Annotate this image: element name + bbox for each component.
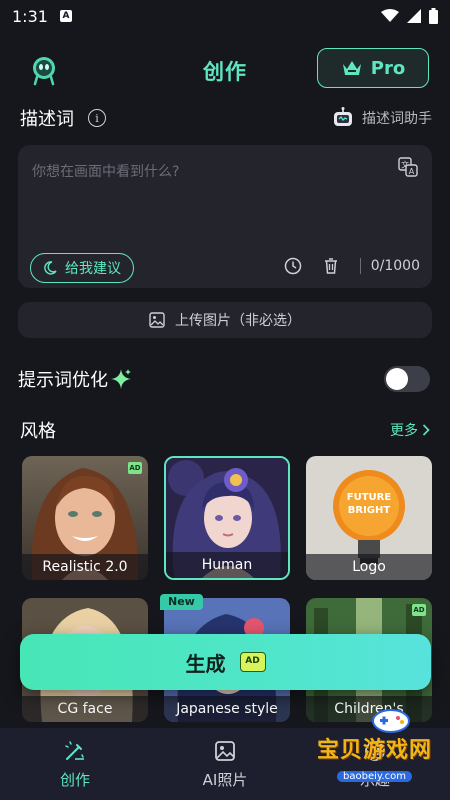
- char-count: 0/1000: [370, 258, 420, 274]
- battery-icon: [429, 8, 438, 24]
- site-watermark: 宝贝游戏网 baobeiy.com: [316, 709, 432, 783]
- status-time: 1:31: [12, 6, 48, 26]
- translate-icon[interactable]: 文 A: [398, 157, 418, 177]
- style-card-label: Japanese style: [164, 696, 290, 722]
- prompt-tools: 0/1000: [284, 257, 420, 275]
- nav-item-ai-photo[interactable]: AI照片: [150, 728, 300, 800]
- signal-icon: [407, 9, 421, 23]
- new-badge: New: [160, 594, 203, 610]
- more-label: 更多: [390, 423, 418, 439]
- info-icon[interactable]: i: [88, 109, 106, 127]
- prompt-optimize-label: 提示词优化: [18, 370, 108, 391]
- description-header: 描述词 i 描述词助手: [20, 104, 432, 132]
- notification-a-icon: A: [59, 10, 72, 22]
- generate-button[interactable]: 生成 AD: [20, 634, 431, 690]
- trash-icon[interactable]: [322, 257, 340, 275]
- toggle-knob: [386, 368, 408, 390]
- generate-label: 生成: [185, 651, 226, 676]
- generate-ad-badge: AD: [239, 652, 266, 672]
- logo-card-text: FUTURE: [347, 492, 392, 503]
- upload-image-button[interactable]: 上传图片（非必选）: [18, 302, 432, 338]
- robot-icon: [334, 107, 352, 126]
- top-bar: 创作 Pro: [0, 44, 450, 94]
- pro-label: Pro: [370, 57, 406, 79]
- nav-item-create[interactable]: 创作: [0, 728, 150, 800]
- assistant-label: 描述词助手: [362, 111, 432, 127]
- prompt-placeholder: 你想在画面中看到什么?: [32, 164, 180, 180]
- more-styles-link[interactable]: 更多: [390, 420, 430, 440]
- ad-badge: AD: [412, 604, 426, 616]
- style-card-label: Logo: [306, 554, 432, 580]
- style-card-label: Human: [166, 552, 288, 578]
- style-section-header: 风格 更多: [20, 416, 430, 444]
- prompt-input-box[interactable]: 你想在画面中看到什么? 文 A 给我建议 0/1000: [18, 145, 432, 288]
- description-assistant-button[interactable]: 描述词助手: [332, 107, 432, 129]
- pro-button[interactable]: Pro: [317, 48, 429, 88]
- logo-card-text-2: BRIGHT: [348, 505, 391, 516]
- ad-badge: AD: [128, 462, 142, 474]
- style-card-logo[interactable]: FUTURE BRIGHT Logo: [306, 456, 432, 580]
- gamepad-logo-icon: [371, 709, 410, 733]
- style-card-label: Realistic 2.0: [22, 554, 148, 580]
- prompt-optimize-toggle[interactable]: [384, 366, 430, 392]
- prompt-optimize-row: 提示词优化: [18, 364, 430, 394]
- magic-wand-icon: [65, 740, 84, 760]
- moon-icon: [44, 261, 57, 275]
- history-clock-icon[interactable]: [284, 257, 302, 275]
- svg-text:A: A: [409, 167, 415, 176]
- upload-label: 上传图片（非必选）: [175, 313, 301, 329]
- style-title: 风格: [20, 421, 56, 442]
- tools-divider: [359, 258, 361, 274]
- watermark-url: baobeiy.com: [337, 771, 412, 782]
- chevron-right-icon: [422, 424, 430, 436]
- status-icons: [381, 8, 438, 24]
- sparkle-icon: [111, 369, 131, 389]
- status-bar: 1:31 A: [0, 0, 450, 32]
- style-card-label: Children's illustra...: [306, 696, 432, 722]
- photo-icon: [215, 740, 235, 761]
- suggest-label: 给我建议: [65, 261, 121, 277]
- nav-label-ai-photo: AI照片: [202, 770, 248, 789]
- wifi-icon: [381, 9, 399, 22]
- description-title: 描述词: [20, 109, 74, 130]
- crown-icon: [342, 61, 361, 75]
- watermark-text: 宝贝游戏网: [316, 738, 432, 763]
- image-icon: [149, 312, 165, 328]
- nav-label-create: 创作: [59, 770, 90, 789]
- style-card-label: CG face: [22, 696, 148, 722]
- style-card-human[interactable]: Human: [164, 456, 290, 580]
- style-card-realistic[interactable]: AD Realistic 2.0: [22, 456, 148, 580]
- suggest-button[interactable]: 给我建议: [30, 253, 134, 283]
